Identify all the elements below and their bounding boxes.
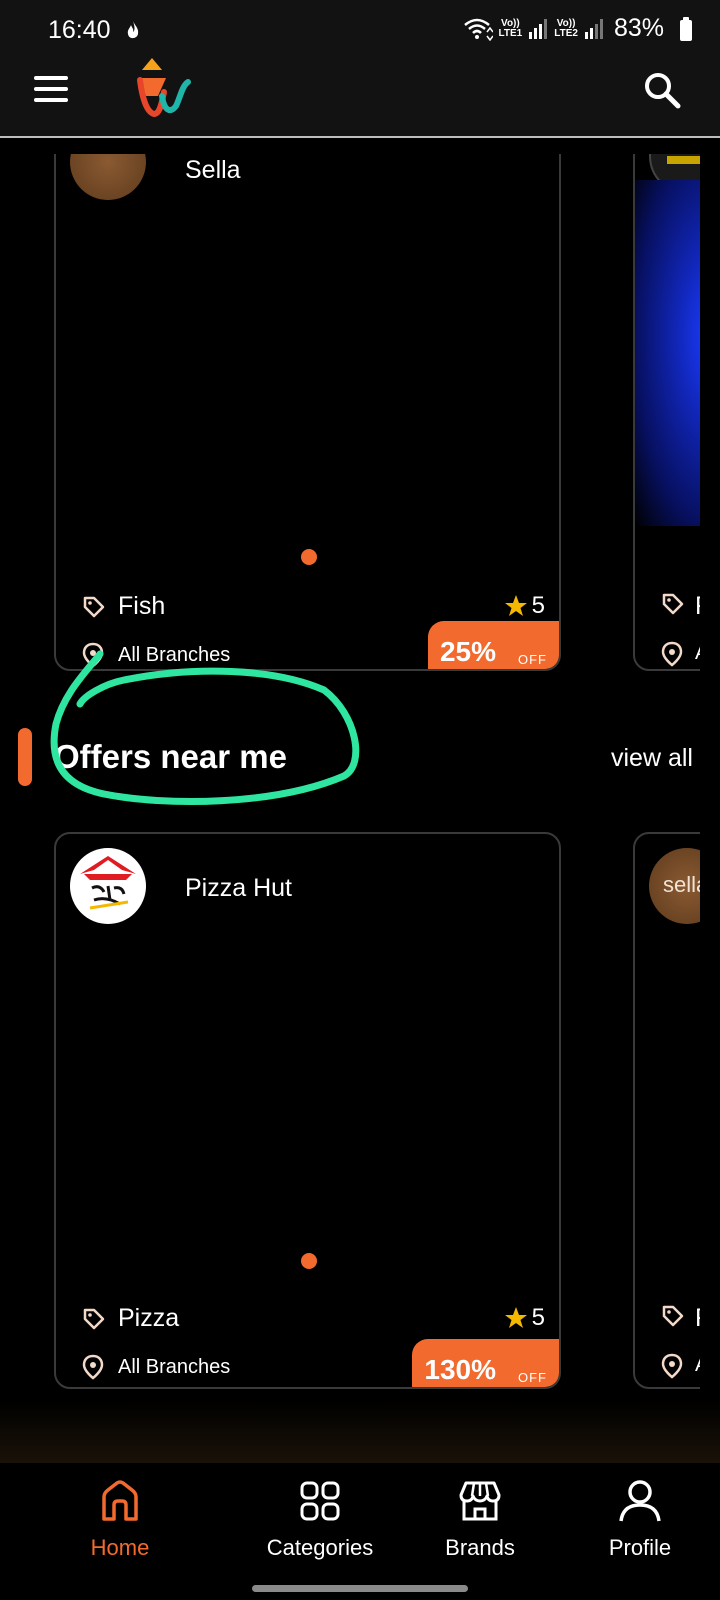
- tag-icon: [662, 1305, 684, 1327]
- category-row: Fish: [82, 592, 165, 621]
- section-title: Offers near me: [54, 738, 287, 775]
- branches-row: All Branches: [82, 642, 230, 668]
- category-row: Pizza: [82, 1304, 179, 1333]
- carousel-dot: [301, 549, 317, 565]
- wifi-icon: [463, 18, 493, 41]
- signal-icon: [529, 18, 548, 39]
- location-pin-icon: [661, 641, 683, 667]
- status-time: 16:40: [48, 16, 111, 44]
- viewport-edge: [700, 154, 720, 1463]
- rating: 5: [504, 592, 545, 620]
- search-icon[interactable]: [642, 70, 682, 110]
- section-accent-bar: [18, 728, 32, 786]
- grid-icon: [300, 1481, 340, 1521]
- offer-card[interactable]: Pizza Hut Pizza 5 All Branches 130% OFF: [54, 832, 561, 1389]
- discount-badge: 25% OFF: [427, 621, 559, 669]
- network-2: Vo)) LTE2: [554, 17, 578, 39]
- star-icon: [504, 1307, 527, 1328]
- network-1: Vo)) LTE1: [498, 17, 523, 39]
- tag-icon: [83, 1308, 105, 1329]
- brand-name: Sella: [185, 156, 241, 184]
- app-header: [0, 58, 720, 138]
- brand-logo: [70, 154, 146, 200]
- view-all-link[interactable]: view all: [611, 744, 693, 773]
- battery-percent: 83%: [613, 14, 664, 42]
- rating: 5: [504, 1304, 545, 1332]
- status-icons: Vo)) LTE1 Vo)) LTE2 83%: [463, 14, 664, 43]
- home-icon: [102, 1480, 138, 1521]
- store-icon: [459, 1481, 501, 1521]
- nav-profile[interactable]: Profile: [560, 1479, 720, 1561]
- bottom-fade: [0, 1400, 720, 1463]
- signal-icon: [584, 18, 603, 39]
- battery-icon: [680, 17, 692, 41]
- brand-logo: [70, 848, 146, 924]
- offer-card[interactable]: Sella Fish 5 All Branches 25% OFF: [54, 154, 561, 671]
- location-pin-icon: [82, 1354, 104, 1380]
- content-area[interactable]: Sella Fish 5 All Branches 25% OFF Offers…: [0, 154, 720, 1463]
- star-icon: [504, 595, 527, 616]
- nav-categories[interactable]: Categories: [240, 1479, 400, 1561]
- tag-icon: [662, 593, 684, 615]
- menu-button[interactable]: [34, 76, 70, 106]
- flame-icon: [127, 21, 139, 39]
- user-icon: [619, 1480, 661, 1522]
- location-pin-icon: [661, 1353, 683, 1379]
- bottom-nav: Home Categories Brands Profile: [0, 1463, 720, 1600]
- pizza-hut-logo: [80, 856, 136, 910]
- app-logo: [137, 58, 191, 118]
- brand-name: Pizza Hut: [185, 874, 292, 902]
- discount-badge: 130% OFF: [412, 1339, 559, 1387]
- home-indicator[interactable]: [252, 1585, 468, 1592]
- branches-row: All Branches: [82, 1354, 230, 1380]
- nav-home[interactable]: Home: [40, 1479, 200, 1561]
- tag-icon: [83, 596, 105, 617]
- nav-brands[interactable]: Brands: [400, 1479, 560, 1561]
- carousel-dot: [301, 1253, 317, 1269]
- status-bar: 16:40 Vo)) LTE1 Vo)) LTE2 83%: [0, 0, 720, 60]
- location-pin-icon: [82, 642, 104, 668]
